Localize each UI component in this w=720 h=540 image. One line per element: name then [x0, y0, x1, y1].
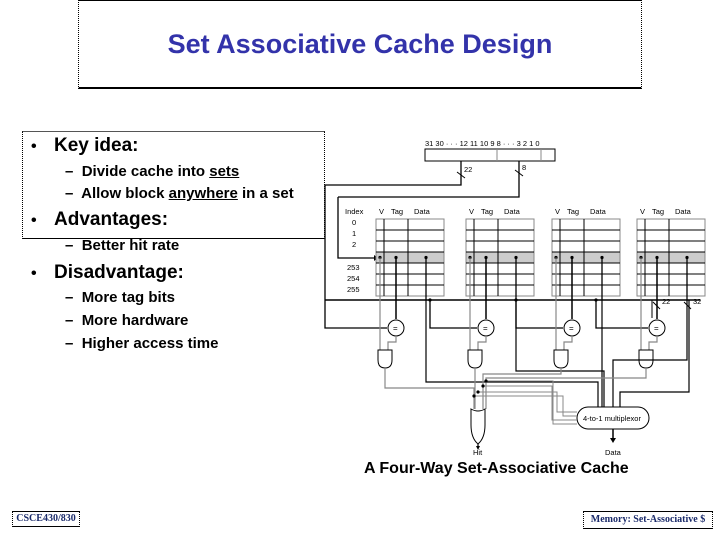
- column-header: Data: [590, 207, 607, 216]
- comparator-symbol: =: [654, 324, 659, 333]
- column-header: V: [469, 207, 474, 216]
- index-width-label: 8: [522, 163, 526, 172]
- column-header: Data: [675, 207, 692, 216]
- junction-dot: [484, 379, 488, 383]
- data-out-label: Data: [605, 448, 622, 457]
- footer-topic: Memory: Set-Associative $: [583, 511, 713, 529]
- column-header: V: [555, 207, 560, 216]
- mux-label: 4-to-1 multiplexor: [583, 414, 641, 423]
- mux-select-wire: [478, 391, 577, 413]
- cache-diagram: 31 30 · · · 12 11 10 9 8 · · · 3 2 1 0 2…: [324, 139, 706, 457]
- bus-data-width: 32: [693, 297, 701, 306]
- column-header: Tag: [567, 207, 579, 216]
- selected-set-row: [376, 252, 444, 263]
- hit-select-wire: [384, 368, 475, 409]
- index-row-label: 1: [352, 229, 356, 238]
- column-header: Data: [504, 207, 521, 216]
- tag-width-label: 22: [464, 165, 472, 174]
- index-wire: [338, 161, 520, 198]
- column-header: Tag: [652, 207, 664, 216]
- index-header: Index: [345, 207, 364, 216]
- mux-select-wire: [474, 395, 577, 417]
- and-gate: [638, 349, 654, 369]
- hit-select-wire: [482, 368, 562, 409]
- diagram-caption: A Four-Way Set-Associative Cache: [364, 460, 629, 477]
- and-gate: [377, 349, 393, 369]
- column-header: Data: [414, 207, 431, 216]
- and-gate: [553, 349, 569, 369]
- junction-dot: [476, 390, 480, 394]
- selected-set-row: [552, 252, 620, 263]
- index-row-label: 254: [347, 274, 360, 283]
- comparator-symbol: =: [569, 324, 574, 333]
- hit-label: Hit: [473, 448, 483, 457]
- tag-bus-branch: [324, 300, 387, 329]
- address-register: [424, 148, 556, 162]
- junction-dot: [481, 384, 485, 388]
- arrow-icon: [610, 438, 616, 443]
- selected-set-row: [637, 252, 705, 263]
- column-header: Tag: [481, 207, 493, 216]
- junction-dot: [472, 394, 476, 398]
- junction-dot: [428, 298, 432, 302]
- data-bus-wire: [619, 300, 690, 407]
- and-gate: [467, 349, 483, 369]
- comparator-symbol: =: [393, 324, 398, 333]
- index-row-label: 255: [347, 285, 360, 294]
- index-row-label: 253: [347, 263, 360, 272]
- selected-set-row: [466, 252, 534, 263]
- footer-course: CSCE430/830: [12, 511, 80, 527]
- junction-dot: [594, 298, 598, 302]
- column-header: V: [640, 207, 645, 216]
- bus-tag-width: 22: [662, 297, 670, 306]
- address-bits-label: 31 30 · · · 12 11 10 9 8 · · · 3 2 1 0: [425, 139, 540, 148]
- or-gate: [470, 408, 486, 445]
- comparator-symbol: =: [483, 324, 488, 333]
- index-row-label: 2: [352, 240, 356, 249]
- index-row-label: 0: [352, 218, 356, 227]
- column-header: Tag: [391, 207, 403, 216]
- column-header: V: [379, 207, 384, 216]
- tag-bus-branch: [595, 300, 648, 329]
